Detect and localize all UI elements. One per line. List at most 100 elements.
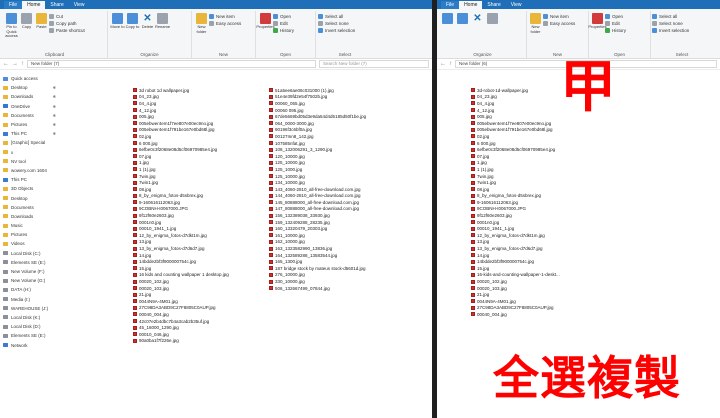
file-item[interactable]: 159_132409288_28235.jpg [269, 219, 405, 226]
file-item[interactable]: 506_132667499_07844.jpg [269, 285, 405, 292]
file-item[interactable]: 21.jpg [133, 291, 269, 298]
file-item[interactable]: 21.jpg [471, 291, 671, 298]
right-new-folder-button[interactable]: New folder [528, 11, 543, 58]
file-item[interactable]: 6 000.jpg [133, 140, 269, 147]
file-item[interactable]: 145_80888000_all-free-download.com.jpg [269, 199, 405, 206]
right-select-all-button[interactable]: Select all [652, 13, 689, 20]
nav-item[interactable]: WAREHOUSE (J:) [0, 304, 58, 313]
file-item[interactable]: 187 bridge stock by mateus stock-d5601d.… [269, 265, 405, 272]
tab-home[interactable]: Home [22, 1, 46, 9]
file-item[interactable]: 0044N9A-4M01.jpg [133, 298, 269, 305]
right-open-button[interactable]: Open [605, 13, 626, 20]
file-item[interactable]: 04_4.jpg [133, 100, 269, 107]
file-item[interactable]: 14.jpg [133, 252, 269, 259]
file-item[interactable]: 005ebwer4em1f7ee807e00ec9no.jpg [471, 120, 671, 127]
file-item[interactable]: 00010_1941_1.jpg [133, 225, 269, 232]
pin-quick-access-button[interactable]: Pin to Quick access [4, 11, 19, 58]
file-item[interactable]: 1 (1).jpg [133, 166, 269, 173]
nav-item[interactable]: NV tool [0, 157, 58, 166]
file-item[interactable]: 143_4060-2810_all-free-download.com.jpg [269, 186, 405, 193]
file-item[interactable]: 0001n0.jpg [133, 219, 269, 226]
file-item[interactable]: 51e4e39fd2e54f7502b.jpg [269, 94, 405, 101]
move-to-button[interactable]: Move to [110, 11, 125, 58]
right-move-to-button[interactable] [440, 11, 455, 58]
file-item[interactable]: 02.jpg [471, 133, 671, 140]
file-item[interactable]: 125_1000.jpg [269, 166, 405, 173]
file-item[interactable]: 14.jpg [471, 252, 671, 259]
file-item[interactable]: 107585nfat.jpg [269, 140, 405, 147]
edit-button[interactable]: Edit [273, 20, 294, 27]
file-item[interactable]: 14bdde2bf3f900000754c.jpg [471, 258, 671, 265]
file-item[interactable]: 00010_1941_1.jpg [471, 225, 671, 232]
right-tab-home[interactable]: Home [459, 1, 483, 9]
file-item[interactable]: 16 kids and counting wallpaper 1 desktop… [133, 272, 269, 279]
nav-item[interactable]: This PC ✱ [0, 129, 58, 138]
nav-item[interactable]: Local Disk (D:) [0, 322, 58, 331]
new-folder-button[interactable]: New folder [194, 11, 209, 58]
file-item[interactable]: 15.jpg [133, 265, 269, 272]
paste-shortcut-button[interactable]: Paste shortcut [49, 27, 85, 34]
file-item[interactable]: 9f12f60e2603.jpg [133, 212, 269, 219]
right-tab-share[interactable]: Share [482, 1, 505, 9]
address-path[interactable]: New folder (7) [27, 60, 316, 68]
nav-item[interactable]: Downloads [0, 212, 58, 221]
forward-arrow-icon[interactable]: → [12, 61, 18, 67]
invert-selection-button[interactable]: Invert selection [318, 27, 355, 34]
right-easy-access-button[interactable]: Easy access [543, 20, 575, 27]
file-item[interactable]: 7win.jpg [471, 173, 671, 180]
file-item[interactable]: 005ebwer4em1f791be167e0bd68l.jpg [471, 127, 671, 134]
file-item[interactable]: 108_132006291_3_1290.jpg [269, 146, 405, 153]
nav-item[interactable]: Local Disk (C:) [0, 249, 58, 258]
easy-access-button[interactable]: Easy access [209, 20, 241, 27]
right-new-item-button[interactable]: New item [543, 13, 575, 20]
file-item[interactable]: 13.jpg [471, 239, 671, 246]
file-item[interactable]: 07.jpg [471, 153, 671, 160]
select-all-button[interactable]: Select all [318, 13, 355, 20]
file-item[interactable]: 164_132589288_13583544.jpg [269, 252, 405, 259]
file-item[interactable]: 07.jpg [133, 153, 269, 160]
file-item[interactable]: 12_by_enigma_fotos-d7dkt1m.jpg [133, 232, 269, 239]
right-tab-view[interactable]: View [506, 1, 527, 9]
file-item[interactable]: 005.jpg [133, 113, 269, 120]
file-item[interactable]: 0044N9A-4M01.jpg [471, 298, 671, 305]
right-invert-selection-button[interactable]: Invert selection [652, 27, 689, 34]
nav-item[interactable]: [Graphic] Special [0, 138, 58, 147]
nav-item[interactable]: New Volume (G:) [0, 276, 58, 285]
file-item[interactable]: 1.jpg [471, 160, 671, 167]
file-item[interactable]: 005ebwer4em1f7ee807e00ec9no.jpg [133, 120, 269, 127]
nav-item[interactable]: Network [0, 340, 58, 349]
file-item[interactable]: 156_132389038_33930.jpg [269, 212, 405, 219]
file-item[interactable]: 02.jpg [133, 133, 269, 140]
file-item[interactable]: 00020_103.jpg [471, 285, 671, 292]
file-item[interactable]: 6efbe0c3f2068e08d5cf06970985e4.jpg [133, 146, 269, 153]
file-item[interactable]: 67de5669bd05d3e9da54d4d5185d50f1be.jpg [269, 113, 405, 120]
back-arrow-icon[interactable]: ← [3, 61, 9, 67]
file-item[interactable]: 8_by_enigma_fotos-d5sbrex.jpg [471, 193, 671, 200]
file-item[interactable]: 16-kids-and-counting-wallpaper-1-deskt..… [471, 272, 671, 279]
select-none-button[interactable]: Select none [318, 20, 355, 27]
file-item[interactable]: 13_by_enigma_fotos-d7d6d7.jpg [133, 245, 269, 252]
file-item[interactable]: 9f12f60e2603.jpg [471, 212, 671, 219]
right-delete-button[interactable]: ✕ [470, 11, 485, 58]
right-copy-to-button[interactable] [455, 11, 470, 58]
file-item[interactable]: 04_23.jpg [133, 94, 269, 101]
file-item[interactable]: 144_4060-2810_all-free-download.com.jpg [269, 193, 405, 200]
nav-item[interactable]: wowery.com 1604 [0, 166, 58, 175]
file-item[interactable]: 14bdde2bf3f900000754c.jpg [133, 258, 269, 265]
nav-item[interactable]: Local Disk (K:) [0, 313, 58, 322]
nav-item[interactable]: Videos [0, 239, 58, 248]
nav-item[interactable]: Desktop [0, 193, 58, 202]
file-item[interactable]: 13.jpg [133, 239, 269, 246]
nav-item[interactable]: Media (I:) [0, 295, 58, 304]
file-item[interactable]: 4_12.jpg [133, 107, 269, 114]
file-item[interactable]: 162_10000.jpg [269, 239, 405, 246]
file-item[interactable]: 08.jpg [133, 186, 269, 193]
tab-share[interactable]: Share [45, 1, 68, 9]
nav-item[interactable]: DATA (H:) [0, 285, 58, 294]
tab-view[interactable]: View [69, 1, 90, 9]
right-back-arrow-icon[interactable]: ← [440, 61, 446, 67]
file-item[interactable]: 064_0000-3000.jpg [269, 120, 405, 127]
file-item[interactable]: 276_10000.jpg [269, 272, 405, 279]
file-item[interactable]: 13_by_enigma_fotos-d7d6d7.jpg [471, 245, 671, 252]
right-properties-button[interactable]: Properties [588, 11, 607, 58]
